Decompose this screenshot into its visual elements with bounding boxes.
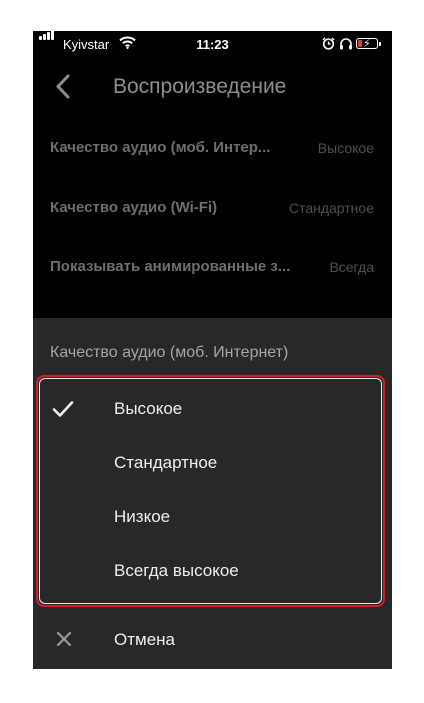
close-icon (56, 631, 72, 647)
option-always-high[interactable]: Всегда высокое (33, 546, 392, 596)
status-bar: Kyivstar 11:23 ⚡ (33, 31, 392, 57)
chevron-left-icon (56, 74, 70, 99)
setting-value: Высокое (317, 140, 374, 156)
setting-animated-covers[interactable]: Показывать анимированные з... Всегда (33, 240, 392, 295)
option-high[interactable]: Высокое (33, 384, 392, 434)
setting-label: Показывать анимированные з... (50, 258, 291, 275)
phone-screen: Kyivstar 11:23 ⚡ Воспроизведение Качеств… (33, 31, 392, 669)
setting-value: Всегда (329, 259, 374, 275)
setting-label: Качество аудио (Wi-Fi) (50, 199, 218, 216)
page-title: Воспроизведение (113, 75, 287, 98)
option-label: Низкое (114, 507, 171, 526)
battery-charging-icon: ⚡ (356, 38, 381, 50)
setting-value: Стандартное (288, 200, 374, 216)
option-label: Высокое (114, 399, 183, 418)
header: Воспроизведение (33, 61, 392, 113)
cancel-label: Отмена (114, 630, 175, 649)
headphones-icon (340, 38, 352, 50)
sheet-title: Качество аудио (моб. Интернет) (50, 344, 289, 361)
option-label: Всегда высокое (114, 561, 239, 580)
setting-audio-quality-mobile[interactable]: Качество аудио (моб. Интер... Высокое (33, 121, 392, 176)
option-standard[interactable]: Стандартное (33, 438, 392, 488)
cancel-button[interactable]: Отмена (33, 615, 392, 667)
setting-label: Качество аудио (моб. Интер... (50, 139, 271, 156)
audio-quality-sheet: Качество аудио (моб. Интернет) Высокое С… (33, 318, 392, 669)
option-low[interactable]: Низкое (33, 492, 392, 542)
checkmark-icon (52, 401, 74, 417)
option-label: Стандартное (114, 453, 218, 472)
setting-audio-quality-wifi[interactable]: Качество аудио (Wi-Fi) Стандартное (33, 181, 392, 236)
alarm-icon (322, 37, 335, 50)
back-button[interactable] (49, 71, 79, 103)
